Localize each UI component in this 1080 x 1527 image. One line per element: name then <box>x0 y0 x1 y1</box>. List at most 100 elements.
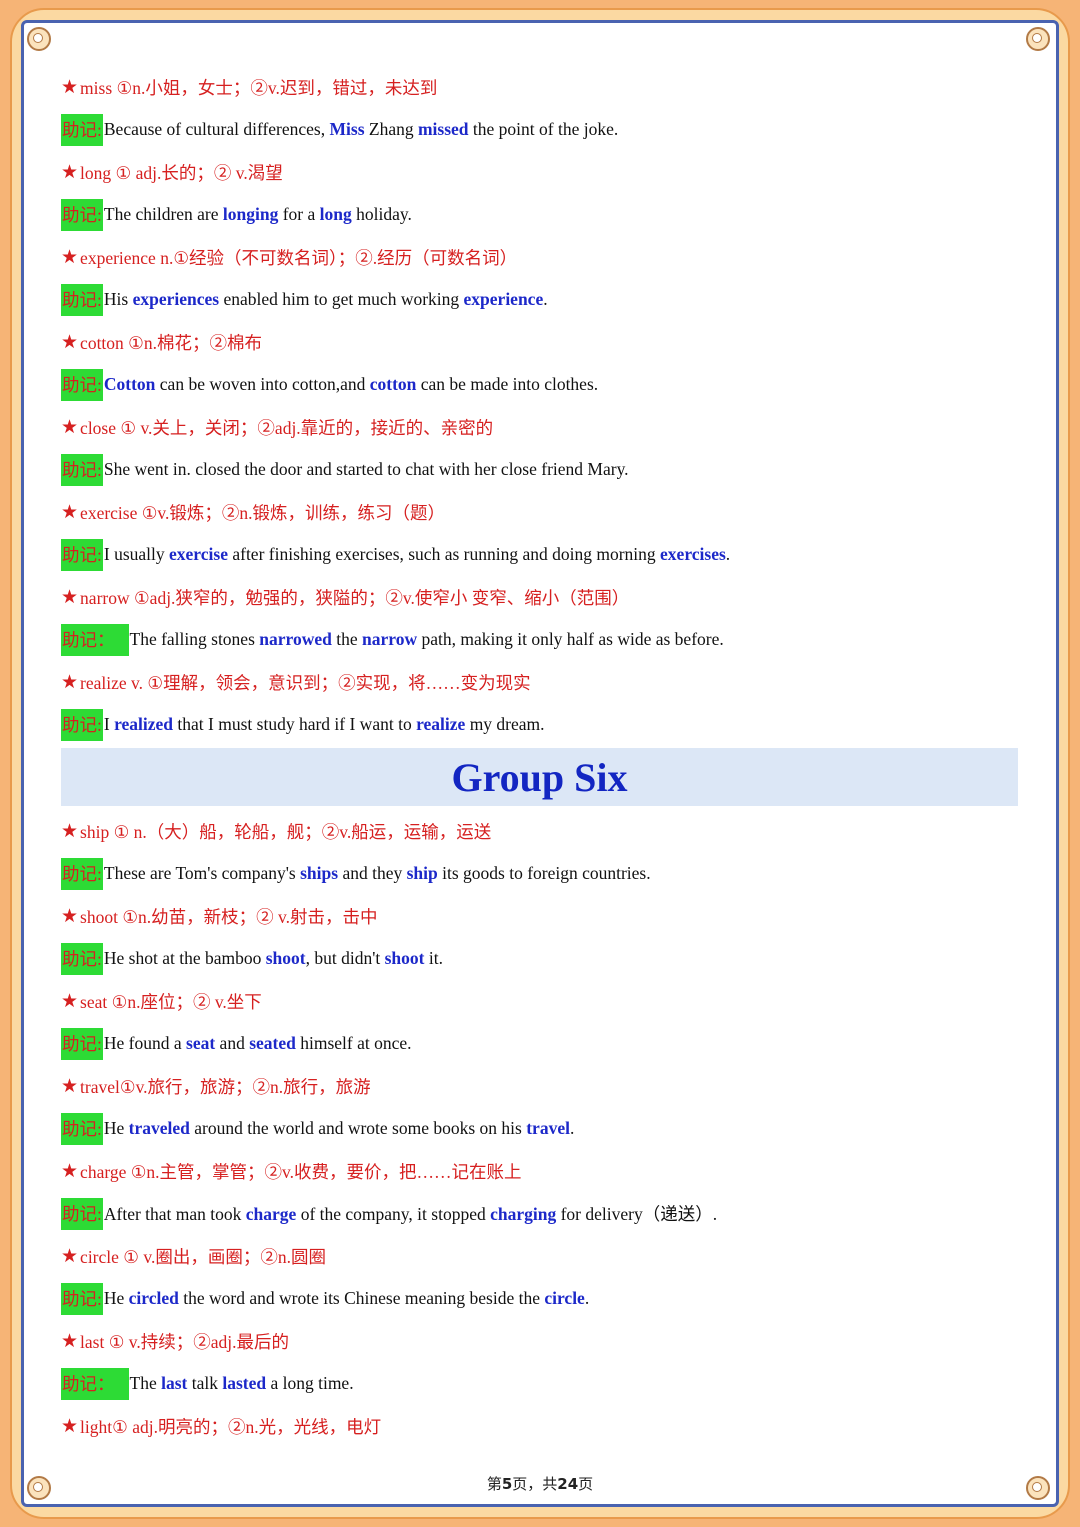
star-icon: ★ <box>61 76 79 98</box>
star-icon: ★ <box>61 671 79 693</box>
definition-row: ★ long ① adj.长的；② v.渴望 <box>61 151 1021 194</box>
definition-text: experience n.①经验（不可数名词）；②.经历（可数名词） <box>80 247 518 268</box>
star-icon: ★ <box>61 586 79 608</box>
star-icon: ★ <box>61 331 79 353</box>
mnemonic-tag: 助记: <box>61 857 103 890</box>
highlighted-word: traveled <box>128 1118 190 1139</box>
sentence-text: These are Tom's company's <box>103 863 301 884</box>
highlighted-word: exercises <box>660 544 726 565</box>
footer-middle: 页，共 <box>512 1475 558 1493</box>
definition-text: circle ① v.圈出，画圈；②n.圆圈 <box>80 1246 326 1267</box>
star-icon: ★ <box>61 246 79 268</box>
star-icon: ★ <box>61 905 79 927</box>
mnemonic-sentence: The falling stones narrowed the narrow p… <box>130 629 724 650</box>
sentence-text: After that man took <box>103 1204 246 1225</box>
mnemonic-sentence: These are Tom's company's ships and they… <box>104 863 651 884</box>
mnemonic-row: 助记: I usually exercise after finishing ex… <box>61 534 1021 577</box>
highlighted-word: experiences <box>132 289 220 310</box>
sentence-text: She went in. closed the door and started… <box>103 459 629 480</box>
sentence-text: The <box>129 1373 162 1394</box>
mnemonic-tag: 助记: <box>61 453 103 486</box>
sentence-text: the point of the joke. <box>468 119 619 140</box>
sentence-text: . <box>569 1118 575 1139</box>
mnemonic-sentence: His experiences enabled him to get much … <box>104 289 548 310</box>
definition-row: ★ exercise ①v.锻炼；②n.锻炼，训练，练习（题） <box>61 491 1021 534</box>
footer-total-pages: 24 <box>557 1475 579 1493</box>
definition-row: ★ shoot ①n.幼苗，新枝；② v.射击，击中 <box>61 895 1021 938</box>
sentence-text: . <box>543 289 548 310</box>
sentence-text: . <box>584 1288 590 1309</box>
mnemonic-row: 助记: The children are longing for a long h… <box>61 194 1021 237</box>
sentence-text: the word and wrote its Chinese meaning b… <box>178 1288 545 1309</box>
highlighted-word: ships <box>300 863 339 884</box>
mnemonic-tag: 助记: <box>61 942 103 975</box>
sentence-text: it. <box>424 948 443 969</box>
sentence-text: my dream. <box>465 714 545 735</box>
definition-text: close ① v.关上，关闭；②adj.靠近的，接近的、亲密的 <box>80 417 494 438</box>
definition-text: long ① adj.长的；② v.渴望 <box>80 162 283 183</box>
definition-row: ★ circle ① v.圈出，画圈；②n.圆圈 <box>61 1235 1021 1278</box>
mnemonic-sentence: Because of cultural differences, Miss Zh… <box>104 119 618 140</box>
footer-suffix: 页 <box>578 1475 594 1493</box>
highlighted-word: charging <box>490 1204 557 1225</box>
definition-text: shoot ①n.幼苗，新枝；② v.射击，击中 <box>80 906 378 927</box>
sentence-text: , but didn't <box>305 948 385 969</box>
highlighted-word: narrowed <box>259 629 332 650</box>
star-icon: ★ <box>61 1415 79 1437</box>
mnemonic-row: 助记: He shot at the bamboo shoot, but didn… <box>61 938 1021 981</box>
mnemonic-row: 助记: He found a seat and seated himself at… <box>61 1023 1021 1066</box>
definition-text: travel①v.旅行，旅游；②n.旅行，旅游 <box>80 1076 371 1097</box>
mnemonic-tag: 助记: <box>61 708 103 741</box>
mnemonic-row: 助记： The falling stones narrowed the narro… <box>61 619 1021 662</box>
sentence-text: around the world and wrote some books on… <box>189 1118 527 1139</box>
mnemonic-row: 助记: I realized that I must study hard if … <box>61 704 1021 747</box>
definition-row: ★ seat ①n.座位；② v.坐下 <box>61 980 1021 1023</box>
mnemonic-row: 助记: Cotton can be woven into cotton,and c… <box>61 364 1021 407</box>
mnemonic-tag: 助记： <box>61 623 129 656</box>
star-icon: ★ <box>61 1245 79 1267</box>
definition-text: ship ① n.（大）船，轮船，舰；②v.船运，运输，运送 <box>80 821 492 842</box>
mnemonic-tag: 助记: <box>61 1027 103 1060</box>
mnemonic-sentence: After that man took charge of the compan… <box>104 1201 717 1226</box>
definition-row: ★ close ① v.关上，关闭；②adj.靠近的，接近的、亲密的 <box>61 406 1021 449</box>
sentence-text: I <box>103 714 115 735</box>
mnemonic-tag: 助记: <box>61 1282 103 1315</box>
sentence-text: after finishing exercises, such as runni… <box>227 544 661 565</box>
mnemonic-sentence: He shot at the bamboo shoot, but didn't … <box>104 948 443 969</box>
mnemonic-row: 助记: His experiences enabled him to get mu… <box>61 279 1021 322</box>
star-icon: ★ <box>61 161 79 183</box>
highlighted-word: shoot <box>265 948 306 969</box>
definition-text: realize v. ①理解，领会，意识到；②实现，将……变为现实 <box>80 672 531 693</box>
sentence-text: himself at once. <box>295 1033 412 1054</box>
sentence-text: His <box>103 289 133 310</box>
vocab-list: ★ miss ①n.小姐，女士；②v.迟到，错过，未达到 助记: Because of… <box>61 66 1021 1448</box>
definition-text: miss ①n.小姐，女士；②v.迟到，错过，未达到 <box>80 77 438 98</box>
definition-row: ★ experience n.①经验（不可数名词）；②.经历（可数名词） <box>61 236 1021 279</box>
sentence-text: of the company, it stopped <box>296 1204 491 1225</box>
sentence-text: He shot at the bamboo <box>103 948 266 969</box>
highlighted-word: longing <box>222 204 279 225</box>
star-icon: ★ <box>61 820 79 842</box>
definition-text: exercise ①v.锻炼；②n.锻炼，训练，练习（题） <box>80 502 446 523</box>
definition-row: ★ cotton ①n.棉花；②棉布 <box>61 321 1021 364</box>
highlighted-word: charge <box>245 1204 297 1225</box>
mnemonic-sentence: I usually exercise after finishing exerc… <box>104 544 730 565</box>
mnemonic-sentence: The last talk lasted a long time. <box>130 1373 354 1394</box>
mnemonic-row: 助记: Because of cultural differences, Miss… <box>61 109 1021 152</box>
sentence-text: The children are <box>103 204 223 225</box>
highlighted-word: ship <box>406 863 438 884</box>
mnemonic-row: 助记: After that man took charge of the com… <box>61 1193 1021 1236</box>
page-footer: 第5页，共24页 <box>0 1473 1080 1494</box>
mnemonic-sentence: He circled the word and wrote its Chines… <box>104 1288 589 1309</box>
mnemonic-row: 助记： The last talk lasted a long time. <box>61 1363 1021 1406</box>
mnemonic-tag: 助记: <box>61 113 103 146</box>
highlighted-word: travel <box>526 1118 570 1139</box>
highlighted-word: narrow <box>362 629 418 650</box>
sentence-text: path, making it only half as wide as bef… <box>417 629 724 650</box>
definition-row: ★ charge ①n.主管，掌管；②v.收费，要价，把……记在账上 <box>61 1150 1021 1193</box>
mnemonic-tag: 助记: <box>61 1112 103 1145</box>
mnemonic-sentence: The children are longing for a long holi… <box>104 204 412 225</box>
sentence-text: and they <box>338 863 407 884</box>
sentence-text: the <box>331 629 362 650</box>
mnemonic-row: 助记: He circled the word and wrote its Chi… <box>61 1278 1021 1321</box>
